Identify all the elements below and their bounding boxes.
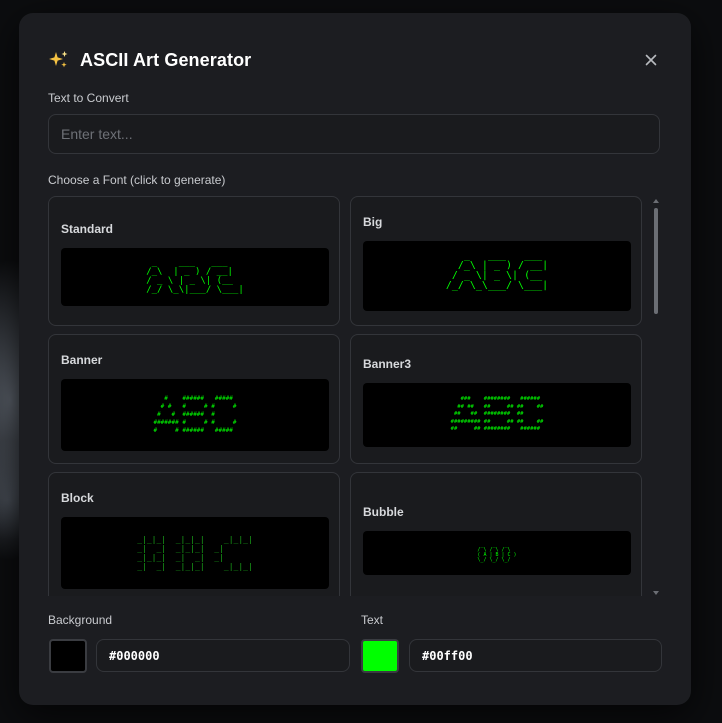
ascii-preview-text: _ ___ ___ /_\ | _ ) / __| / _ \| _ \| (_… <box>445 250 549 291</box>
text-to-convert-input[interactable] <box>48 114 660 154</box>
font-card-big[interactable]: Big _ ___ ___ /_\ | _ ) / __| / _ \| _ \… <box>350 196 642 326</box>
font-card-block[interactable]: Block _|_|_| _|_|_| _|_|_| _| _| _|_|_| … <box>48 472 340 596</box>
ascii-preview-text: _ ___ ___ /_\ | _ ) / __| / _ \ | _ \| (… <box>146 258 244 295</box>
font-card-title: Big <box>363 215 383 229</box>
dialog-title: ASCII Art Generator <box>80 49 252 70</box>
background-color-label: Background <box>48 613 113 627</box>
background-color-swatch[interactable] <box>49 639 87 673</box>
font-preview: _ ___ ___ /_\ | _ ) / __| / _ \ | _ \| (… <box>61 248 329 306</box>
font-grid-scrollbar[interactable] <box>653 199 659 595</box>
ascii-preview-text: # ###### ##### # # # # # # # # ###### # … <box>153 395 237 434</box>
text-color-hex-input[interactable] <box>409 639 662 672</box>
font-preview: _ _ _ / \ / \ / \ ( A | B | C ) \_/ \_/ … <box>363 531 631 575</box>
text-to-convert-label: Text to Convert <box>48 91 129 105</box>
font-card-title: Banner <box>61 353 103 367</box>
font-card-title: Standard <box>61 222 114 236</box>
sparkles-icon <box>48 49 70 71</box>
font-card-title: Bubble <box>363 505 404 519</box>
ascii-preview-text: _ _ _ / \ / \ / \ ( A | B | C ) \_/ \_/ … <box>477 542 517 563</box>
dialog-header: ASCII Art Generator <box>48 48 661 72</box>
font-card-title: Block <box>61 491 94 505</box>
text-color-label: Text <box>361 613 384 627</box>
choose-font-label: Choose a Font (click to generate) <box>48 173 226 187</box>
ascii-art-generator-dialog: ASCII Art Generator Text to Convert Choo… <box>19 13 691 705</box>
close-icon <box>645 54 657 66</box>
ascii-preview-text: ### ######## ###### ## ## ## ## ## ## ##… <box>450 396 544 433</box>
scroll-thumb[interactable] <box>654 208 658 314</box>
font-grid[interactable]: Standard _ ___ ___ /_\ | _ ) / __| / _ \… <box>48 196 671 596</box>
font-card-title: Banner3 <box>363 357 412 371</box>
font-preview: _|_|_| _|_|_| _|_|_| _| _| _|_|_| _| _|_… <box>61 517 329 589</box>
font-card-banner[interactable]: Banner # ###### ##### # # # # # # # # ##… <box>48 334 340 464</box>
text-color-swatch[interactable] <box>361 639 399 673</box>
close-button[interactable] <box>641 50 661 70</box>
scroll-down-arrow-icon[interactable] <box>653 591 659 595</box>
font-card-standard[interactable]: Standard _ ___ ___ /_\ | _ ) / __| / _ \… <box>48 196 340 326</box>
font-card-banner3[interactable]: Banner3 ### ######## ###### ## ## ## ## … <box>350 334 642 464</box>
ascii-preview-text: _|_|_| _|_|_| _|_|_| _| _| _|_|_| _| _|_… <box>137 535 253 571</box>
font-preview: _ ___ ___ /_\ | _ ) / __| / _ \| _ \| (_… <box>363 241 631 311</box>
font-preview: ### ######## ###### ## ## ## ## ## ## ##… <box>363 383 631 447</box>
background-color-hex-input[interactable] <box>96 639 350 672</box>
font-card-bubble[interactable]: Bubble _ _ _ / \ / \ / \ ( A | B | C ) \… <box>350 472 642 596</box>
font-preview: # ###### ##### # # # # # # # # ###### # … <box>61 379 329 451</box>
scroll-up-arrow-icon[interactable] <box>653 199 659 203</box>
